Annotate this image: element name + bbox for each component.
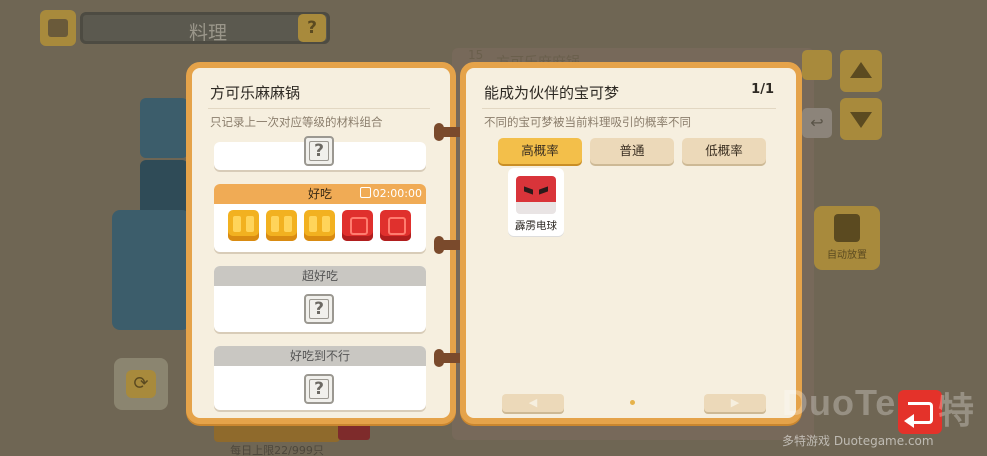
auto-place-label: 自动放置: [827, 250, 867, 261]
pokemon-card[interactable]: 霹雳电球: [508, 168, 564, 236]
honey-ingredient-icon: [304, 210, 335, 241]
card-label: 好吃到不行: [289, 349, 350, 363]
pokemon-name: 霹雳电球: [515, 220, 557, 232]
background-pot-side: [112, 210, 190, 330]
unknown-recipe-icon: ?: [304, 294, 334, 324]
recipe-card-unknown-top[interactable]: ?: [214, 136, 426, 170]
card-header: 好吃 02:00:00: [214, 184, 426, 204]
title-divider: [208, 108, 430, 109]
top-title: 料理: [188, 22, 227, 44]
help-button[interactable]: ?: [298, 14, 326, 42]
apple-ingredient-icon: [380, 210, 411, 241]
tab-normal-probability[interactable]: 普通: [590, 138, 674, 164]
daily-limit-text: 每日上限22/999只: [230, 444, 324, 456]
voltorb-icon: [516, 176, 556, 214]
scroll-up-button[interactable]: [840, 50, 882, 92]
watermark-logo-text: DuoTe: [782, 382, 897, 423]
refresh-button[interactable]: ⟳: [114, 358, 168, 410]
document-button[interactable]: [802, 50, 832, 80]
timer-icon: [359, 187, 371, 198]
tab-low-probability[interactable]: 低概率: [682, 138, 766, 164]
back-arrow-icon: ↩: [810, 113, 824, 132]
recipe-card-tasty[interactable]: 好吃 02:00:00: [214, 184, 426, 252]
watermark-logo-tail: 特: [938, 390, 976, 431]
cooking-pot-icon: [40, 10, 76, 46]
recipe-card-super-tasty[interactable]: 超好吃 ?: [214, 266, 426, 332]
pokemon-panel-subtitle: 不同的宝可梦被当前料理吸引的概率不同: [484, 115, 691, 129]
watermark-return-icon: [898, 390, 942, 434]
card-label: 超好吃: [301, 269, 338, 283]
page-count: 1/1: [751, 82, 774, 97]
refresh-icon: ⟳: [126, 370, 156, 398]
card-header: 超好吃: [214, 266, 426, 286]
recipe-card-extremely-tasty[interactable]: 好吃到不行 ?: [214, 346, 426, 410]
background-pot-part: [140, 98, 188, 158]
recipe-subtitle: 只记录上一次对应等级的材料组合: [210, 115, 383, 129]
ingredient-row: [228, 210, 411, 241]
auto-place-button[interactable]: 自动放置: [814, 206, 880, 270]
card-header: 好吃到不行: [214, 346, 426, 366]
title-divider: [482, 108, 776, 109]
card-label: 好吃: [307, 187, 332, 201]
prev-page-button[interactable]: ◀: [502, 394, 564, 412]
cooking-timer: 02:00:00: [359, 186, 422, 202]
back-button[interactable]: ↩: [802, 108, 832, 138]
timer-value: 02:00:00: [372, 187, 422, 200]
honey-ingredient-icon: [266, 210, 297, 241]
unknown-recipe-icon: ?: [304, 136, 334, 166]
top-bar: 料理 ?: [40, 10, 330, 46]
top-title-bar: 料理: [80, 12, 330, 44]
watermark-subtitle: 多特游戏 Duotegame.com: [782, 434, 934, 448]
recipe-title: 方可乐麻麻锅: [210, 84, 301, 102]
recipe-record-panel: 方可乐麻麻锅 只记录上一次对应等级的材料组合 ? 好吃 02:00:00 超好吃…: [186, 62, 456, 424]
page-indicator-dot: [630, 400, 635, 405]
background-recipe-number: 15: [468, 48, 484, 62]
honey-ingredient-icon: [228, 210, 259, 241]
tab-high-probability[interactable]: 高概率: [498, 138, 582, 164]
next-page-button[interactable]: ▶: [704, 394, 766, 412]
watermark-logo: DuoTe: [782, 382, 896, 424]
scroll-down-button[interactable]: [840, 98, 882, 140]
auto-place-icon: [834, 214, 860, 242]
pokemon-panel-title: 能成为伙伴的宝可梦: [484, 84, 620, 102]
pokemon-attract-panel: 能成为伙伴的宝可梦 1/1 不同的宝可梦被当前料理吸引的概率不同 高概率 普通 …: [460, 62, 802, 424]
apple-ingredient-icon: [342, 210, 373, 241]
unknown-recipe-icon: ?: [304, 374, 334, 404]
